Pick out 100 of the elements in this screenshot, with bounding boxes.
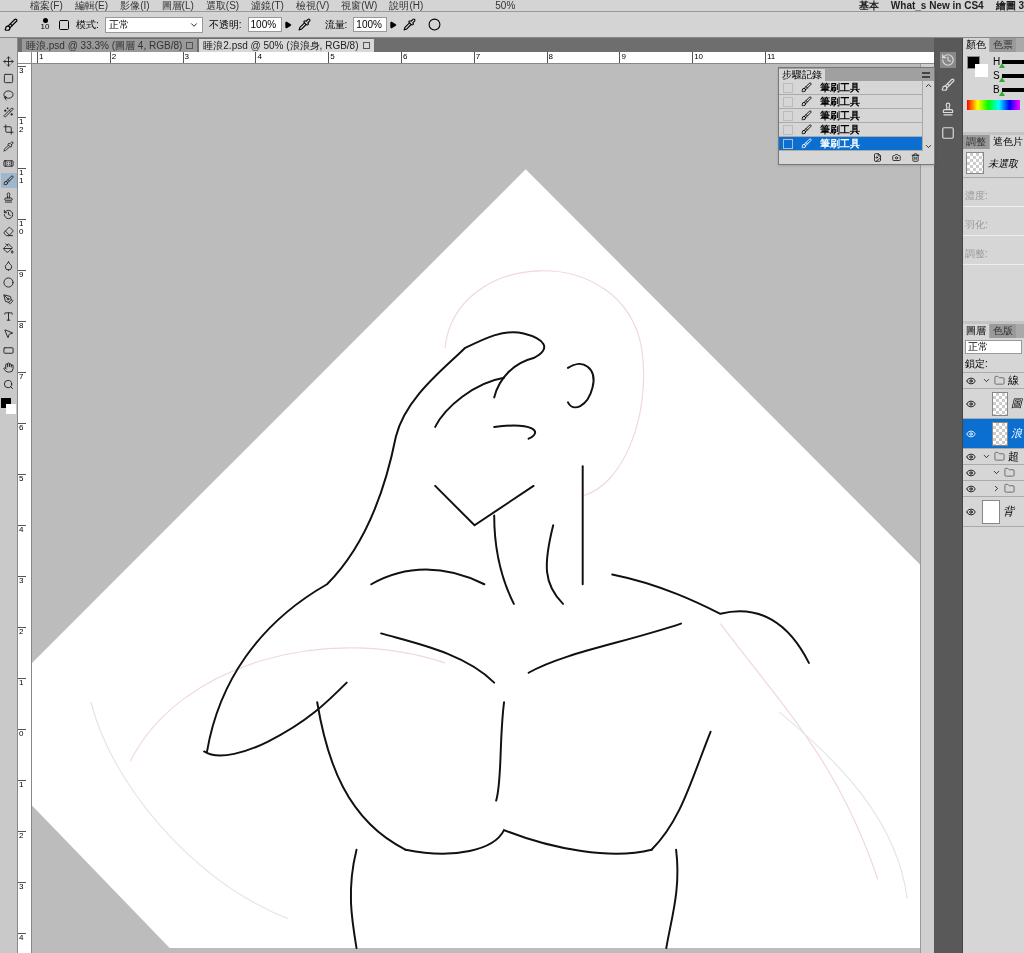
tool-button[interactable] [0, 241, 17, 256]
ruler-number: 6 [18, 423, 26, 474]
color-swatches[interactable] [0, 398, 17, 416]
expand-caret-icon[interactable] [982, 376, 991, 385]
mask-status: 未選取 [988, 156, 1018, 171]
workspace-button[interactable]: What_s New in CS4 [890, 1, 984, 11]
eyedropper-icon [3, 141, 14, 152]
brush-icon[interactable] [4, 17, 18, 32]
menu-item[interactable]: 檔案(F) [30, 1, 63, 11]
opacity-field[interactable]: 100% [247, 17, 282, 32]
new-document-icon[interactable] [873, 153, 882, 162]
layer-row[interactable] [963, 465, 1024, 481]
menu-item[interactable]: 圖層(L) [161, 1, 194, 11]
history-item[interactable]: 筆刷工具 [779, 137, 922, 151]
move-icon [3, 56, 14, 67]
camera-icon[interactable] [892, 153, 901, 162]
stamp-icon[interactable] [941, 102, 955, 116]
tool-button[interactable] [0, 54, 17, 69]
slider-thumb[interactable] [998, 77, 1005, 82]
tool-button[interactable] [0, 173, 17, 188]
tool-button[interactable] [0, 139, 17, 154]
menu-item[interactable]: 濾鏡(T) [251, 1, 284, 11]
panel-tab[interactable]: 色票 [990, 38, 1016, 52]
layer-row[interactable]: 圖 [963, 389, 1024, 419]
visibility-eye-icon[interactable] [966, 451, 976, 462]
visibility-eye-icon[interactable] [966, 375, 976, 386]
expand-caret-icon[interactable] [982, 452, 991, 461]
expand-caret-icon[interactable] [992, 468, 1001, 477]
tool-button[interactable] [0, 88, 17, 103]
panel-tab[interactable]: 顏色 [963, 38, 989, 52]
scroll-up-icon[interactable] [924, 81, 933, 90]
panel-tab[interactable]: 調整 [963, 135, 989, 149]
ruler-number: 12 [18, 117, 26, 168]
panel-tab[interactable]: 色版 [990, 324, 1016, 338]
brush-size-picker[interactable]: 10 [38, 18, 52, 31]
layer-row[interactable]: 線 [963, 373, 1024, 389]
visibility-eye-icon[interactable] [966, 398, 976, 409]
history-item[interactable]: 筆刷工具 [779, 109, 922, 123]
visibility-eye-icon[interactable] [966, 467, 976, 478]
tool-button[interactable] [0, 224, 17, 239]
workspace-button[interactable]: 基本 [858, 1, 879, 11]
crop-icon [3, 124, 14, 135]
history-item[interactable]: 筆刷工具 [779, 81, 922, 95]
slider-label: H [993, 56, 1001, 68]
history-item[interactable]: 筆刷工具 [779, 95, 922, 109]
document-tab[interactable]: 睡浪.psd @ 33.3% (圖層 4, RGB/8) [22, 39, 198, 52]
ruler-number: 7 [473, 52, 547, 63]
workspace-button[interactable]: 繪圖 3 [995, 1, 1024, 11]
menu-item[interactable]: 說明(H) [389, 1, 424, 11]
layer-row[interactable] [963, 481, 1024, 497]
panel-tab[interactable]: 遮色片 [990, 135, 1024, 149]
zoom-level[interactable]: 50% [495, 1, 516, 11]
flow-field[interactable]: 100% [353, 17, 388, 32]
layer-row[interactable]: 浪 [963, 419, 1024, 449]
visibility-eye-icon[interactable] [966, 506, 976, 517]
opacity-arrow-icon[interactable] [283, 20, 292, 29]
tool-button[interactable] [0, 275, 17, 290]
visibility-eye-icon[interactable] [966, 483, 976, 494]
menu-item[interactable]: 影像(I) [120, 1, 150, 11]
color-swatches[interactable] [967, 56, 989, 78]
layer-name: 圖 [1011, 396, 1022, 412]
menu-item[interactable]: 選取(S) [205, 1, 240, 11]
menu-item[interactable]: 視窗(W) [341, 1, 378, 11]
color-spectrum[interactable] [967, 100, 1020, 110]
mode-label: 模式: [76, 18, 99, 32]
close-icon[interactable] [186, 42, 194, 49]
menu-item[interactable]: 編輯(E) [74, 1, 109, 11]
ruler-number: 1 [37, 52, 110, 63]
slider-thumb[interactable] [999, 63, 1006, 68]
brush-icon [801, 110, 812, 121]
tool-button[interactable] [0, 122, 17, 137]
rectangle-icon [3, 345, 14, 356]
brush-icon [801, 138, 812, 149]
tool-button[interactable] [0, 105, 17, 120]
panel-menu-icon[interactable] [922, 72, 930, 78]
folder-icon [1004, 467, 1015, 478]
scrollbar[interactable] [922, 81, 934, 151]
pointer-icon [3, 328, 14, 339]
ruler-number: 1 [18, 780, 26, 831]
layer-row[interactable]: 背 [963, 497, 1024, 527]
close-icon[interactable] [362, 42, 370, 49]
scroll-down-icon[interactable] [924, 142, 933, 151]
folder-icon [994, 451, 1005, 462]
blend-mode-select[interactable]: 正常 [965, 340, 1022, 354]
ruler-number: 2 [18, 831, 26, 882]
collapse-caret-icon[interactable] [992, 484, 1001, 493]
layer-row[interactable]: 超 [963, 449, 1024, 465]
menu-item[interactable]: 檢視(V) [295, 1, 330, 11]
mode-select[interactable]: 正常 [104, 16, 203, 33]
panel-tab[interactable]: 圖層 [963, 324, 989, 338]
trash-icon[interactable] [911, 153, 920, 162]
transparent-thumbnail [966, 152, 984, 174]
document-tab[interactable]: 睡浪2.psd @ 50% (浪浪身, RGB/8) [199, 39, 374, 52]
lasso-icon [3, 90, 14, 101]
tool-button[interactable] [0, 360, 17, 375]
ruler-number: 5 [18, 474, 26, 525]
folder-icon [1004, 483, 1015, 494]
flow-arrow-icon[interactable] [389, 20, 398, 29]
panel-tab[interactable]: 步驟記錄 [779, 69, 825, 81]
history-brush-icon [3, 209, 14, 220]
